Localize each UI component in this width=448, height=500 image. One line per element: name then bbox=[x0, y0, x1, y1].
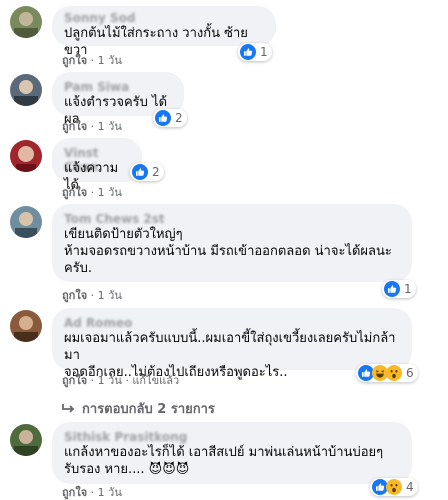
comment-actions: ถูกใจ · 1 วัน bbox=[62, 186, 122, 199]
like-link[interactable]: ถูกใจ bbox=[62, 54, 87, 67]
like-reaction-icon bbox=[384, 281, 400, 297]
like-link[interactable]: ถูกใจ bbox=[62, 486, 87, 499]
comment-author[interactable]: Ad Romeo bbox=[64, 316, 400, 330]
like-reaction-icon bbox=[132, 164, 148, 180]
comment-time[interactable]: 1 วัน bbox=[98, 54, 122, 67]
comment-text: แกล้งหาของอะไรก็ได้ เอาสีสเปย์ มาพ่นเล่น… bbox=[64, 445, 384, 477]
reaction-count: 4 bbox=[406, 480, 414, 494]
comment-author[interactable]: Vinst Chan bbox=[64, 146, 130, 174]
comment-time[interactable]: 1 วัน bbox=[98, 120, 122, 133]
like-link[interactable]: ถูกใจ bbox=[62, 289, 87, 302]
reaction-count: 1 bbox=[260, 45, 268, 59]
comment-actions: ถูกใจ · 1 วัน bbox=[62, 120, 122, 133]
avatar[interactable] bbox=[10, 310, 42, 342]
comment-time[interactable]: 1 วัน bbox=[98, 289, 122, 302]
comment-bubble: Sithisk Prasitkong แกล้งหาของอะไรก็ได้ เ… bbox=[52, 422, 412, 484]
reaction-summary[interactable]: 1 bbox=[382, 280, 416, 298]
comment-author[interactable]: Sithisk Prasitkong bbox=[64, 430, 400, 444]
comment-bubble: Vinst Chan แจ้งความได้ bbox=[52, 138, 142, 193]
comment-author[interactable]: Pam Siwa bbox=[64, 80, 172, 94]
reaction-summary[interactable]: 1 bbox=[238, 43, 272, 61]
comment-actions: ถูกใจ · 1 วัน bbox=[62, 486, 122, 499]
reaction-count: 1 bbox=[404, 282, 412, 296]
reaction-count: 6 bbox=[406, 366, 414, 380]
comment-time[interactable]: 1 วัน bbox=[98, 186, 122, 199]
reaction-summary[interactable]: 2 bbox=[130, 163, 164, 181]
reaction-summary[interactable]: 2 bbox=[153, 109, 187, 127]
like-reaction-icon bbox=[240, 44, 256, 60]
edited-label: แก้ไขแล้ว bbox=[132, 374, 180, 387]
avatar[interactable] bbox=[10, 424, 42, 456]
wow-reaction-icon bbox=[386, 479, 402, 495]
view-replies-link[interactable]: การตอบกลับ 2 รายการ bbox=[62, 398, 215, 419]
comment-author[interactable]: Sonny Sod bbox=[64, 11, 264, 25]
avatar[interactable] bbox=[10, 74, 42, 106]
like-link[interactable]: ถูกใจ bbox=[62, 186, 87, 199]
comment-bubble: Ad Romeo ผมเจอมาแล้วครับแบบนี้..ผมเอาขี้… bbox=[52, 308, 412, 380]
wow-reaction-icon bbox=[386, 365, 402, 381]
comment-actions: ถูกใจ · 1 วัน bbox=[62, 289, 122, 302]
avatar[interactable] bbox=[10, 140, 42, 172]
like-link[interactable]: ถูกใจ bbox=[62, 120, 87, 133]
avatar[interactable] bbox=[10, 6, 42, 38]
comment-bubble: Tom Chews 2st เขียนติดป้ายตัวใหญ่ๆ ห้ามจ… bbox=[52, 204, 412, 282]
comment-actions: ถูกใจ · 1 วัน · แก้ไขแล้ว bbox=[62, 374, 180, 387]
comment-time[interactable]: 1 วัน bbox=[98, 374, 122, 387]
reaction-summary[interactable]: 4 bbox=[370, 478, 418, 496]
reaction-count: 2 bbox=[152, 165, 160, 179]
like-reaction-icon bbox=[155, 110, 171, 126]
reaction-summary[interactable]: 6 bbox=[356, 364, 418, 382]
comment-bubble: Sonny Sod ปลูกต้นไม้ใส่กระถาง วางกั้น ซ้… bbox=[52, 6, 276, 58]
avatar[interactable] bbox=[10, 206, 42, 238]
comment-time[interactable]: 1 วัน bbox=[98, 486, 122, 499]
view-replies-label[interactable]: การตอบกลับ 2 รายการ bbox=[82, 398, 215, 419]
comment-actions: ถูกใจ · 1 วัน bbox=[62, 54, 122, 67]
reply-arrow-icon bbox=[62, 403, 75, 413]
comment-author[interactable]: Tom Chews 2st bbox=[64, 212, 400, 226]
reaction-count: 2 bbox=[175, 111, 183, 125]
comment-text: เขียนติดป้ายตัวใหญ่ๆ ห้ามจอดรถขวางหน้าบ้… bbox=[64, 227, 392, 276]
like-link[interactable]: ถูกใจ bbox=[62, 374, 87, 387]
